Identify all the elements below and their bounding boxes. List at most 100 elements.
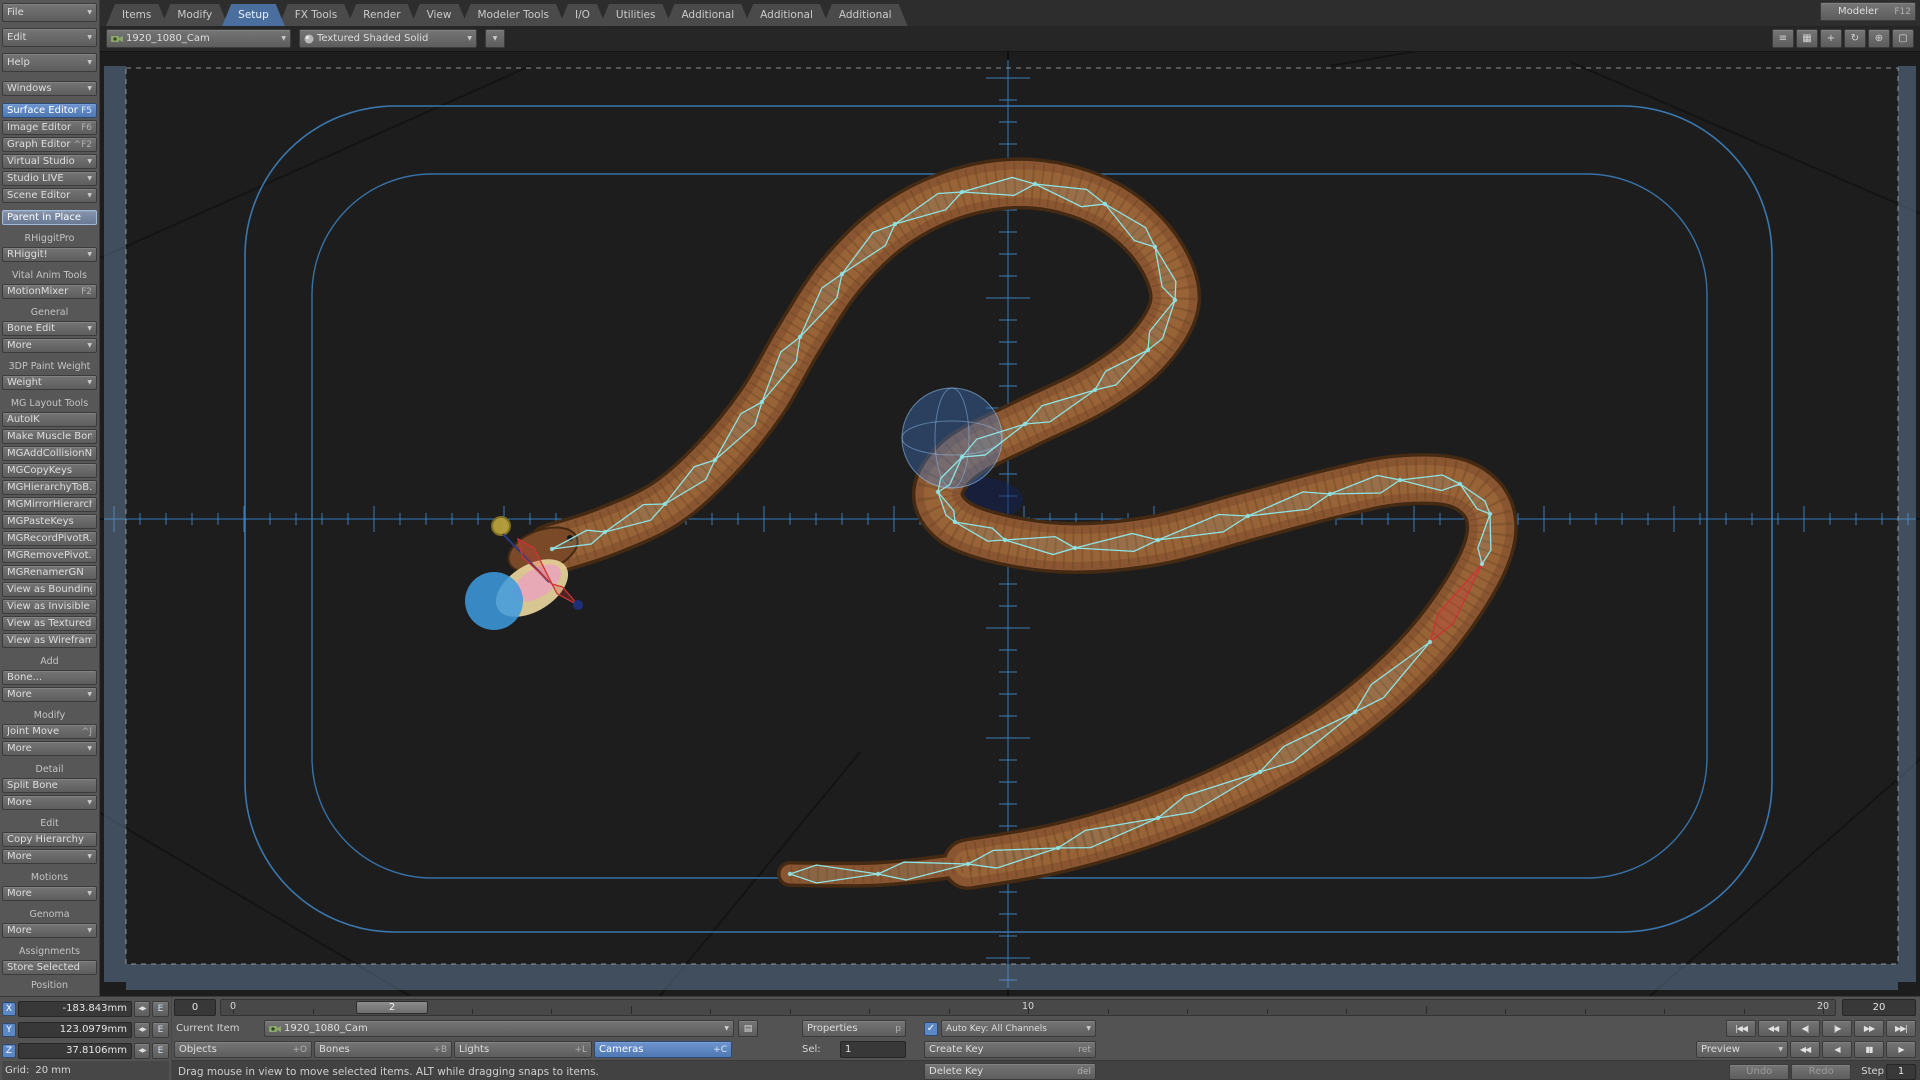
panes-button[interactable]: ▦	[1796, 29, 1818, 48]
sidebar-item-copy-hierarchy[interactable]: Copy Hierarchy	[2, 832, 97, 847]
sidebar-item-mgaddcollisionn[interactable]: MGAddCollisionN...	[2, 446, 97, 461]
undo-button[interactable]: Undo	[1729, 1063, 1790, 1080]
position-x-field[interactable]: -183.843mm	[18, 1000, 132, 1017]
sidebar-item-rhiggit[interactable]: RHiggit! ▼	[2, 247, 97, 262]
sidebar-item-surface-editor[interactable]: Surface Editor F5	[2, 103, 97, 118]
step-field[interactable]: 1	[1886, 1063, 1916, 1080]
sidebar-item-bone[interactable]: Bone...	[2, 670, 97, 685]
sidebar-item-bone-edit[interactable]: Bone Edit ▼	[2, 321, 97, 336]
tab-modeler-tools[interactable]: Modeler Tools	[461, 4, 565, 26]
sidebar-item-mgcopykeys[interactable]: MGCopyKeys	[2, 463, 97, 478]
help-menu[interactable]: Help ▼	[2, 53, 97, 72]
sidebar-item-scene-editor[interactable]: Scene Editor ▼	[2, 188, 97, 203]
sidebar-item-weight[interactable]: Weight ▼	[2, 375, 97, 390]
item-list-button[interactable]: ▤	[738, 1020, 758, 1037]
tab-additional[interactable]: Additional	[744, 4, 829, 26]
current-item-dropdown[interactable]: 1920_1080_Cam ▼	[264, 1020, 734, 1037]
axis-y-button[interactable]: Y	[2, 1022, 16, 1037]
timeline-ruler[interactable]: 0 10 20 2	[220, 999, 1836, 1016]
sidebar-item-split-bone[interactable]: Split Bone	[2, 778, 97, 793]
redo-button[interactable]: Redo	[1791, 1063, 1852, 1080]
sidebar-item-mgpastekeys[interactable]: MGPasteKeys	[2, 514, 97, 529]
selection-count-field[interactable]: 1	[840, 1041, 906, 1058]
previous-keyframe-button[interactable]: ◀◀	[1758, 1020, 1788, 1037]
rotation-handle[interactable]	[491, 516, 511, 536]
tab-view[interactable]: View	[411, 4, 468, 26]
shading-mode-dropdown[interactable]: Textured Shaded Solid ▼	[299, 29, 477, 48]
select-cameras-button[interactable]: Cameras +C	[594, 1041, 732, 1058]
tab-items[interactable]: Items	[106, 4, 167, 26]
last-frame-field[interactable]: 20	[1842, 999, 1916, 1016]
first-frame-field[interactable]: 0	[174, 999, 216, 1016]
axis-z-button[interactable]: Z	[2, 1043, 16, 1058]
envelope-button[interactable]: E	[152, 1021, 169, 1038]
next-keyframe-button[interactable]: ▶▶	[1854, 1020, 1884, 1037]
sidebar-item-view-as-bounding[interactable]: View as Bounding...	[2, 582, 97, 597]
viewport[interactable]	[100, 52, 1920, 996]
sidebar-item-mgrenamergn[interactable]: MGRenamerGN	[2, 565, 97, 580]
sidebar-item-view-as-invisible[interactable]: View as Invisible	[2, 599, 97, 614]
viewport-menu-button[interactable]: ▼	[485, 29, 505, 48]
sidebar-item-virtual-studio[interactable]: Virtual Studio ▼	[2, 154, 97, 169]
joint-handle[interactable]	[465, 572, 523, 630]
sidebar-item-joint-move[interactable]: Joint Move ^J	[2, 724, 97, 739]
envelope-button[interactable]: E	[152, 1042, 169, 1059]
previous-frame-button[interactable]: ◀|	[1790, 1020, 1820, 1037]
pan-button[interactable]: +	[1820, 29, 1842, 48]
tab-fx-tools[interactable]: FX Tools	[279, 4, 353, 26]
modeler-button[interactable]: Modeler F12	[1820, 2, 1916, 21]
edit-menu[interactable]: Edit ▼	[2, 28, 97, 47]
sidebar-item-more[interactable]: More ▼	[2, 687, 97, 702]
sidebar-item-autoik[interactable]: AutoIK	[2, 412, 97, 427]
tab-i-o[interactable]: I/O	[559, 4, 606, 26]
sidebar-item-more[interactable]: More ▼	[2, 886, 97, 901]
axis-x-button[interactable]: X	[2, 1001, 16, 1016]
zoom-button[interactable]: ⊕	[1868, 29, 1890, 48]
tab-modify[interactable]: Modify	[161, 4, 228, 26]
camera-view-dropdown[interactable]: 1920_1080_Cam ▼	[106, 29, 291, 48]
preview-dropdown[interactable]: Preview ▼	[1696, 1041, 1788, 1058]
tab-utilities[interactable]: Utilities	[600, 4, 672, 26]
select-lights-button[interactable]: Lights +L	[454, 1041, 592, 1058]
sidebar-item-more[interactable]: More ▼	[2, 741, 97, 756]
create-key-button[interactable]: Create Key ret	[924, 1041, 1096, 1058]
envelope-button[interactable]: E	[152, 1000, 169, 1017]
maximize-button[interactable]: ▢	[1892, 29, 1914, 48]
sidebar-item-studio-live[interactable]: Studio LIVE ▼	[2, 171, 97, 186]
sidebar-item-more[interactable]: More ▼	[2, 338, 97, 353]
select-bones-button[interactable]: Bones +B	[314, 1041, 452, 1058]
sidebar-item-more[interactable]: More ▼	[2, 849, 97, 864]
sidebar-item-view-as-textured[interactable]: View as Textured	[2, 616, 97, 631]
sidebar-item-windows[interactable]: Windows ▼	[2, 81, 97, 96]
preview-play-button[interactable]: ▶	[1886, 1041, 1916, 1058]
sidebar-item-image-editor[interactable]: Image Editor F6	[2, 120, 97, 135]
sidebar-item-parent-in-place[interactable]: Parent in Place	[2, 210, 97, 225]
sidebar-item-make-muscle-bone[interactable]: Make Muscle Bone	[2, 429, 97, 444]
delete-key-button[interactable]: Delete Key del	[924, 1063, 1096, 1080]
menu-button[interactable]: ≡	[1772, 29, 1794, 48]
viewport-canvas[interactable]	[100, 52, 1920, 996]
tab-additional[interactable]: Additional	[665, 4, 750, 26]
auto-key-checkbox[interactable]: ✓	[924, 1021, 938, 1036]
sidebar-item-mgremovepivot[interactable]: MGRemovePivot...	[2, 548, 97, 563]
auto-key-dropdown[interactable]: Auto Key: All Channels ▼	[941, 1020, 1096, 1037]
preview-rewind-button[interactable]: ◀◀	[1790, 1041, 1820, 1058]
go-to-last-frame-button[interactable]: ▶▶|	[1886, 1020, 1916, 1037]
preview-pause-button[interactable]: ▮▮	[1854, 1041, 1884, 1058]
go-to-first-frame-button[interactable]: |◀◀	[1726, 1020, 1756, 1037]
spinner-control[interactable]: ◀▶	[134, 1000, 150, 1017]
spinner-control[interactable]: ◀▶	[134, 1042, 150, 1059]
preview-play-reverse-button[interactable]: ◀	[1822, 1041, 1852, 1058]
sidebar-item-view-as-wireframe[interactable]: View as Wireframe	[2, 633, 97, 648]
spinner-control[interactable]: ◀▶	[134, 1021, 150, 1038]
sidebar-item-graph-editor[interactable]: Graph Editor ^F2	[2, 137, 97, 152]
tab-additional[interactable]: Additional	[823, 4, 908, 26]
timeline-slider-handle[interactable]: 2	[356, 1001, 428, 1014]
properties-button[interactable]: Properties p	[802, 1020, 906, 1037]
position-y-field[interactable]: 123.0979mm	[18, 1021, 132, 1038]
sidebar-item-more[interactable]: More ▼	[2, 923, 97, 938]
position-z-field[interactable]: 37.8106mm	[18, 1042, 132, 1059]
sidebar-item-mghierarchytob[interactable]: MGHierarchyToB...	[2, 480, 97, 495]
sidebar-item-more[interactable]: More ▼	[2, 795, 97, 810]
tab-setup[interactable]: Setup	[222, 4, 285, 26]
